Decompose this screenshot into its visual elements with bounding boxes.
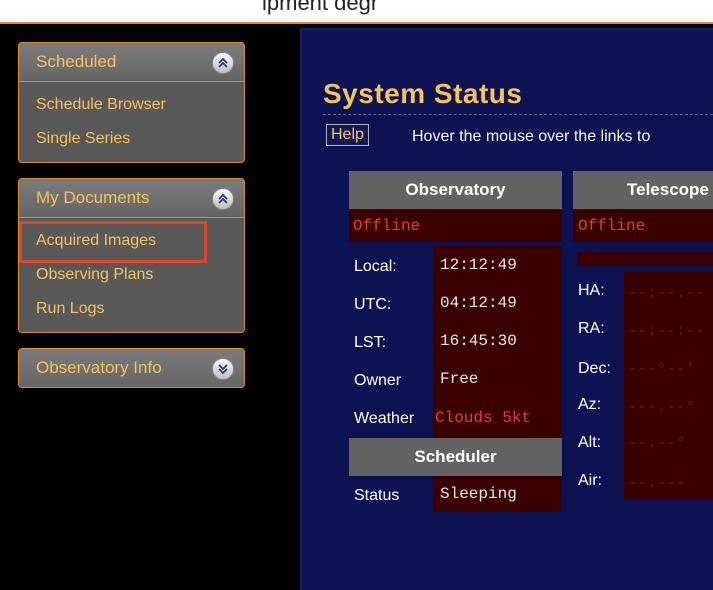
expand-down-icon[interactable]	[212, 358, 234, 380]
ra-value: --:--:--	[628, 322, 705, 340]
observatory-header: Observatory	[349, 171, 562, 209]
top-fragment: ipment degr	[0, 0, 713, 24]
system-status-panel: System Status Help Hover the mouse over …	[300, 28, 713, 590]
scheduler-status-value: Sleeping	[440, 485, 517, 503]
panel-observatory-info: Observatory Info	[18, 348, 245, 388]
help-text: Hover the mouse over the links to	[412, 128, 651, 145]
dec-value: ---°--'	[628, 360, 696, 378]
panel-title: Scheduled	[36, 52, 117, 71]
panel-title: My Documents	[36, 188, 150, 207]
weather-label: Weather	[354, 410, 415, 427]
owner-value: Free	[440, 370, 479, 388]
ra-label: RA:	[578, 320, 605, 337]
help-button[interactable]: Help	[326, 124, 369, 146]
page-title: System Status	[323, 78, 523, 109]
local-value: 12:12:49	[440, 256, 517, 274]
title-divider	[323, 114, 713, 115]
utc-value: 04:12:49	[440, 294, 517, 312]
air-value: --.---	[628, 474, 686, 492]
ha-label: HA:	[578, 282, 605, 299]
top-fragment-text: ipment degr	[262, 0, 379, 15]
nav-single-series[interactable]: Single Series	[36, 122, 244, 156]
az-label: Az:	[578, 396, 602, 413]
panel-scheduled: Scheduled Schedule Browser Single Series	[18, 42, 245, 163]
alt-value: --.--°	[628, 434, 686, 452]
telescope-values-bg	[624, 272, 713, 499]
weather-value: Clouds 5kt	[435, 409, 532, 427]
scheduler-status-label: Status	[354, 487, 400, 504]
panel-observatory-info-header[interactable]: Observatory Info	[19, 349, 244, 387]
lst-value: 16:45:30	[440, 332, 517, 350]
nav-observing-plans[interactable]: Observing Plans	[36, 258, 244, 292]
panel-title: Observatory Info	[36, 358, 162, 377]
telescope-header: Telescope	[573, 171, 713, 209]
nav-run-logs[interactable]: Run Logs	[36, 292, 244, 326]
collapse-up-icon[interactable]	[212, 52, 234, 74]
selection-highlight	[19, 221, 207, 263]
collapse-up-icon[interactable]	[212, 188, 234, 210]
telescope-status: Offline	[573, 210, 713, 242]
observatory-status: Offline	[349, 210, 562, 242]
air-label: Air:	[578, 472, 602, 489]
telescope-bar	[577, 252, 713, 266]
panel-scheduled-header[interactable]: Scheduled	[19, 43, 244, 82]
utc-label: UTC:	[354, 296, 392, 313]
local-label: Local:	[354, 258, 397, 275]
ha-value: --:--.--	[628, 284, 705, 302]
az-value: ---.--°	[628, 398, 696, 416]
alt-label: Alt:	[578, 434, 602, 451]
owner-label: Owner	[354, 372, 402, 389]
nav-schedule-browser[interactable]: Schedule Browser	[36, 88, 244, 122]
panel-my-documents-header[interactable]: My Documents	[19, 179, 244, 218]
dec-label: Dec:	[578, 360, 611, 377]
lst-label: LST:	[354, 334, 387, 351]
scheduler-header: Scheduler	[349, 438, 562, 476]
